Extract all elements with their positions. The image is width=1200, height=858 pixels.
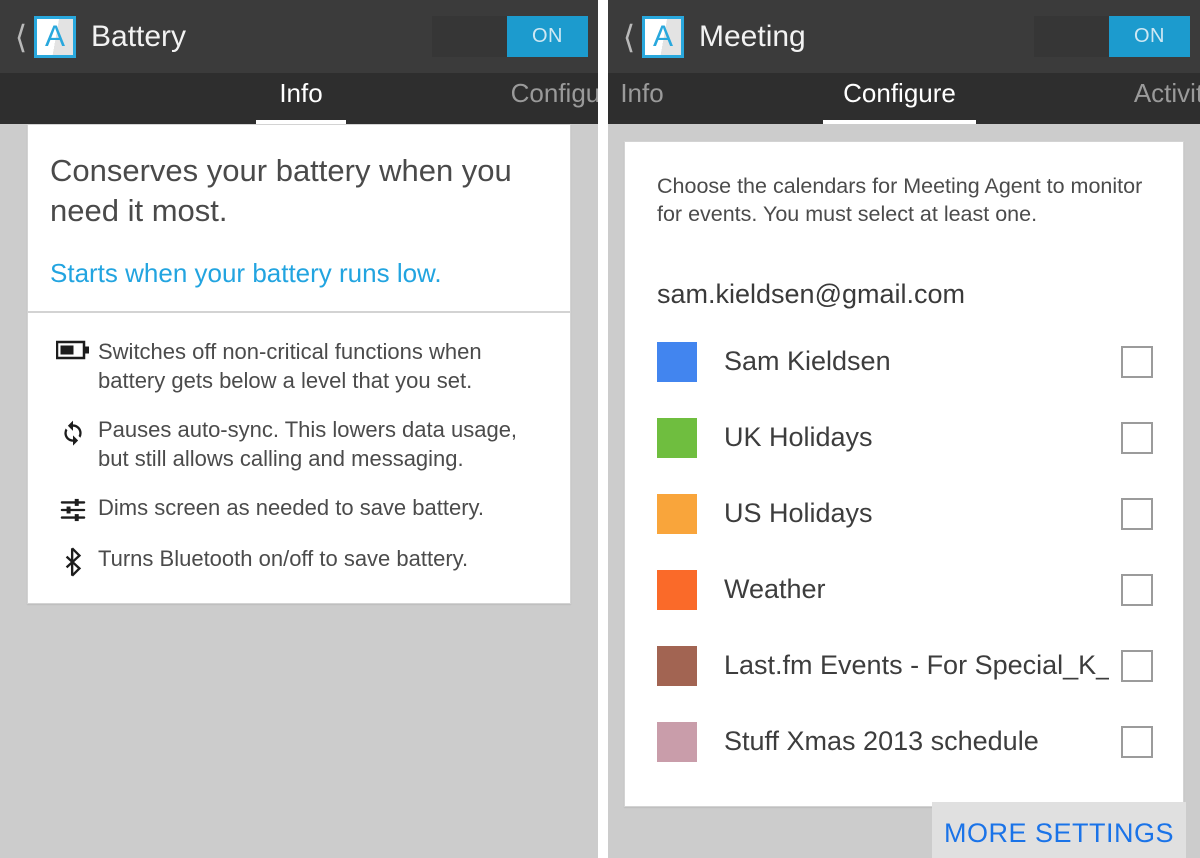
battery-features-card: Switches off non-critical functions when… xyxy=(27,312,571,605)
feature-text: Turns Bluetooth on/off to save battery. xyxy=(98,546,469,572)
calendar-color-swatch xyxy=(657,493,697,534)
list-item[interactable]: Last.fm Events - For Special_K_... xyxy=(657,628,1153,704)
toggle-label: ON xyxy=(1134,25,1165,47)
calendar-color-swatch xyxy=(657,721,697,762)
calendar-color-swatch xyxy=(657,569,697,610)
tab-info-label: Info xyxy=(279,78,323,108)
tab-configure[interactable]: Configure xyxy=(487,73,598,124)
feature-text: Dims screen as needed to save battery. xyxy=(98,495,485,521)
calendar-color-swatch xyxy=(657,341,697,382)
feature-text: Pauses auto-sync. This lowers data usage… xyxy=(98,417,518,472)
meeting-agent-screen: ⟨ A Meeting ON Info Configure Activity xyxy=(608,0,1200,858)
page-title: Battery xyxy=(91,19,187,53)
app-icon: A xyxy=(642,15,684,58)
battery-hero-card: Conserves your battery when you need it … xyxy=(27,124,571,313)
hero-link[interactable]: Starts when your battery runs low. xyxy=(50,258,548,289)
tab-activity-label: Activity xyxy=(1133,78,1200,108)
tune-sliders-icon xyxy=(48,493,98,524)
list-item[interactable]: Weather xyxy=(657,552,1153,628)
calendars-card: Choose the calendars for Meeting Agent t… xyxy=(624,141,1184,807)
calendar-name: Sam Kieldsen xyxy=(724,346,891,377)
toggle-thumb: ON xyxy=(1109,16,1190,57)
battery-titlebar: ⟨ A Battery ON xyxy=(0,0,598,73)
tab-info-label: Info xyxy=(620,78,664,108)
battery-agent-screen: ⟨ A Battery ON Info Configure Conserves … xyxy=(0,0,598,858)
list-item[interactable]: Sam Kieldsen xyxy=(657,324,1153,400)
list-item[interactable]: US Holidays xyxy=(657,476,1153,552)
app-icon-letter: A xyxy=(652,19,673,53)
calendar-checkbox[interactable] xyxy=(1121,649,1153,682)
sync-icon xyxy=(48,415,98,447)
tab-info[interactable]: Info xyxy=(608,73,682,124)
more-settings-label: MORE SETTINGS xyxy=(943,817,1174,848)
hero-headline: Conserves your battery when you need it … xyxy=(50,153,512,228)
meeting-tabbar: Info Configure Activity xyxy=(608,73,1200,124)
feature-row: Switches off non-critical functions when… xyxy=(48,337,550,395)
feature-row: Turns Bluetooth on/off to save battery. xyxy=(48,544,550,578)
calendar-checkbox[interactable] xyxy=(1121,345,1153,378)
calendar-name: Last.fm Events - For Special_K_... xyxy=(724,650,1109,681)
account-email: sam.kieldsen@gmail.com xyxy=(657,278,966,309)
tab-configure[interactable]: Configure xyxy=(823,73,976,124)
tab-configure-label: Configure xyxy=(510,78,598,108)
calendar-name: Stuff Xmas 2013 schedule xyxy=(724,726,1039,757)
meeting-agent-toggle[interactable]: ON xyxy=(1034,16,1190,57)
meeting-titlebar: ⟨ A Meeting ON xyxy=(608,0,1200,73)
tab-info[interactable]: Info xyxy=(256,73,346,124)
calendar-checkbox[interactable] xyxy=(1121,725,1153,758)
feature-row: Pauses auto-sync. This lowers data usage… xyxy=(48,415,550,473)
tab-activity[interactable]: Activity xyxy=(1110,73,1200,124)
app-icon-letter: A xyxy=(44,19,65,53)
toggle-thumb: ON xyxy=(507,16,588,57)
bluetooth-icon xyxy=(48,544,98,578)
app-icon: A xyxy=(34,15,76,58)
calendar-color-swatch xyxy=(657,417,697,458)
toggle-label: ON xyxy=(532,25,563,47)
calendar-name: UK Holidays xyxy=(724,422,873,453)
battery-agent-toggle[interactable]: ON xyxy=(432,16,588,57)
calendar-checkbox[interactable] xyxy=(1121,421,1153,454)
calendar-checkbox[interactable] xyxy=(1121,573,1153,606)
battery-icon xyxy=(48,337,98,360)
list-item[interactable]: UK Holidays xyxy=(657,400,1153,476)
calendar-name: US Holidays xyxy=(724,498,873,529)
dual-screenshot-canvas: ⟨ A Battery ON Info Configure Conserves … xyxy=(0,0,1200,858)
list-item[interactable]: Stuff Xmas 2013 schedule xyxy=(657,704,1153,780)
tab-configure-label: Configure xyxy=(843,78,956,108)
more-settings-button[interactable]: MORE SETTINGS xyxy=(932,802,1186,858)
calendars-instructions: Choose the calendars for Meeting Agent t… xyxy=(657,174,1143,227)
calendar-color-swatch xyxy=(657,645,697,686)
feature-text: Switches off non-critical functions when… xyxy=(98,339,482,394)
feature-row: Dims screen as needed to save battery. xyxy=(48,493,550,524)
battery-tabbar: Info Configure xyxy=(0,73,598,124)
calendar-checkbox[interactable] xyxy=(1121,497,1153,530)
back-chevron-icon[interactable]: ⟨ xyxy=(618,21,640,53)
page-title: Meeting xyxy=(699,19,806,53)
panel-divider xyxy=(598,0,608,858)
calendar-name: Weather xyxy=(724,574,826,605)
back-chevron-icon[interactable]: ⟨ xyxy=(10,21,32,53)
